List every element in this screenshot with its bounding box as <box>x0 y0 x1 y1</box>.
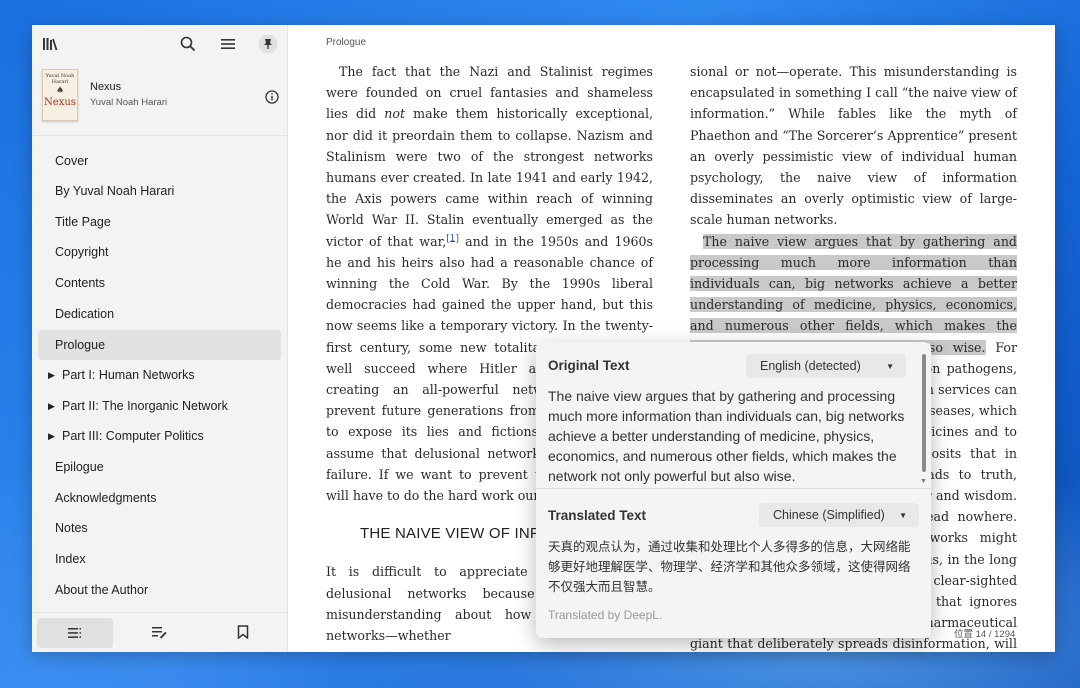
sidebar-tab-bar <box>32 612 288 652</box>
source-scrollbar[interactable]: ▼ <box>920 354 927 485</box>
original-text-heading: Original Text <box>548 358 630 373</box>
info-icon[interactable] <box>258 83 286 111</box>
tab-toc[interactable] <box>37 618 113 648</box>
toc-item-label: By Yuval Noah Harari <box>55 184 175 198</box>
toc-item-label: Prologue <box>55 338 106 352</box>
scroll-down-arrow-icon[interactable]: ▼ <box>920 478 927 485</box>
search-icon[interactable] <box>174 30 202 58</box>
chapter-label: Prologue <box>326 37 367 48</box>
toc-item[interactable]: Acknowledgments <box>38 483 281 513</box>
menu-icon[interactable] <box>214 30 242 58</box>
toc-item-label: Epilogue <box>55 460 104 474</box>
toc-item-label: Notes <box>55 521 88 535</box>
cover-author: Yuval Noah Harari <box>45 73 75 85</box>
tab-bookmarks[interactable] <box>205 618 281 648</box>
sidebar-toolbar <box>32 25 288 63</box>
toc-item[interactable]: Copyright <box>38 237 281 267</box>
toc-item-label: Contents <box>55 276 106 290</box>
toc-item-active[interactable]: Prologue <box>38 330 281 360</box>
toc-item-label: Part III: Computer Politics <box>62 429 204 443</box>
toc-item-label: Index <box>55 552 86 566</box>
toc-item[interactable]: Cover <box>38 146 281 176</box>
pin-icon[interactable] <box>254 30 282 58</box>
text-run: make them historically exceptional, nor … <box>326 106 653 249</box>
translation-credit: Translated by DeepL. <box>548 608 663 622</box>
toc-item-label: Copyright <box>55 245 109 259</box>
translated-text[interactable]: 天真的观点认为，通过收集和处理比个人多得多的信息，大网络能够更好地理解医学、物理… <box>548 537 920 597</box>
toc-item[interactable]: About the Author <box>38 575 281 605</box>
book-author: Yuval Noah Harari <box>90 97 168 108</box>
toc-item-label: Acknowledgments <box>55 491 157 505</box>
expand-caret-icon[interactable]: ▶ <box>48 370 55 381</box>
book-cover-thumbnail: Yuval Noah Harari ♠ Nexus <box>42 69 78 121</box>
highlighted-selection[interactable]: The naive view argues that by gathering … <box>690 233 1017 355</box>
toc-item-expandable[interactable]: ▶ Part II: The Inorganic Network <box>38 391 281 421</box>
toc-item[interactable]: By Yuval Noah Harari <box>38 176 281 206</box>
chevron-down-icon: ▼ <box>899 510 907 520</box>
bookmark-icon <box>237 624 249 643</box>
cover-title: Nexus <box>44 97 76 108</box>
bird-icon: ♠ <box>55 86 65 96</box>
toc-item[interactable]: Notes <box>38 513 281 543</box>
toc-item[interactable]: Epilogue <box>38 452 281 482</box>
toc-item-label: Cover <box>55 154 89 168</box>
book-title: Nexus <box>90 81 122 93</box>
expand-caret-icon[interactable]: ▶ <box>48 431 55 442</box>
target-language-value: Chinese (Simplified) <box>773 508 885 522</box>
notes-edit-icon <box>151 624 167 643</box>
toc-item-label: Title Page <box>55 215 111 229</box>
chevron-down-icon: ▼ <box>886 361 894 371</box>
expand-caret-icon[interactable]: ▶ <box>48 401 55 412</box>
toc-item-expandable[interactable]: ▶ Part I: Human Networks <box>38 360 281 390</box>
emphasis-text: not <box>384 106 406 122</box>
paragraph: sional or not—operate. This misunderstan… <box>690 64 1017 228</box>
sidebar-divider <box>32 135 288 136</box>
toc-list-icon <box>68 624 82 643</box>
library-icon[interactable] <box>36 30 64 58</box>
source-language-select[interactable]: English (detected) ▼ <box>746 354 906 378</box>
current-book-card[interactable]: Yuval Noah Harari ♠ Nexus Nexus Yuval No… <box>40 67 280 127</box>
tab-notes[interactable] <box>121 618 197 648</box>
translation-popup: Original Text English (detected) ▼ The n… <box>536 342 931 638</box>
toc-item-label: Part II: The Inorganic Network <box>62 399 228 413</box>
toc-item-label: Part I: Human Networks <box>62 368 195 382</box>
toc-item-expandable[interactable]: ▶ Part III: Computer Politics <box>38 421 281 451</box>
translated-text-heading: Translated Text <box>548 508 647 523</box>
toc-item[interactable]: Index <box>38 544 281 574</box>
footnote-link[interactable]: [1] <box>446 233 459 243</box>
toc-item[interactable]: Dedication <box>38 299 281 329</box>
popup-divider <box>536 488 931 489</box>
page-location: 位置 14 / 1294 <box>954 629 1016 640</box>
toc-item-label: Dedication <box>55 307 115 321</box>
scrollbar-thumb[interactable] <box>922 354 926 472</box>
target-language-select[interactable]: Chinese (Simplified) ▼ <box>759 503 919 527</box>
toc-item[interactable]: Contents <box>38 268 281 298</box>
toc-item-label: About the Author <box>55 583 149 597</box>
original-text[interactable]: The naive view argues that by gathering … <box>548 386 920 486</box>
source-language-value: English (detected) <box>760 359 861 373</box>
sidebar: Yuval Noah Harari ♠ Nexus Nexus Yuval No… <box>32 25 288 652</box>
toc-item[interactable]: Title Page <box>38 207 281 237</box>
